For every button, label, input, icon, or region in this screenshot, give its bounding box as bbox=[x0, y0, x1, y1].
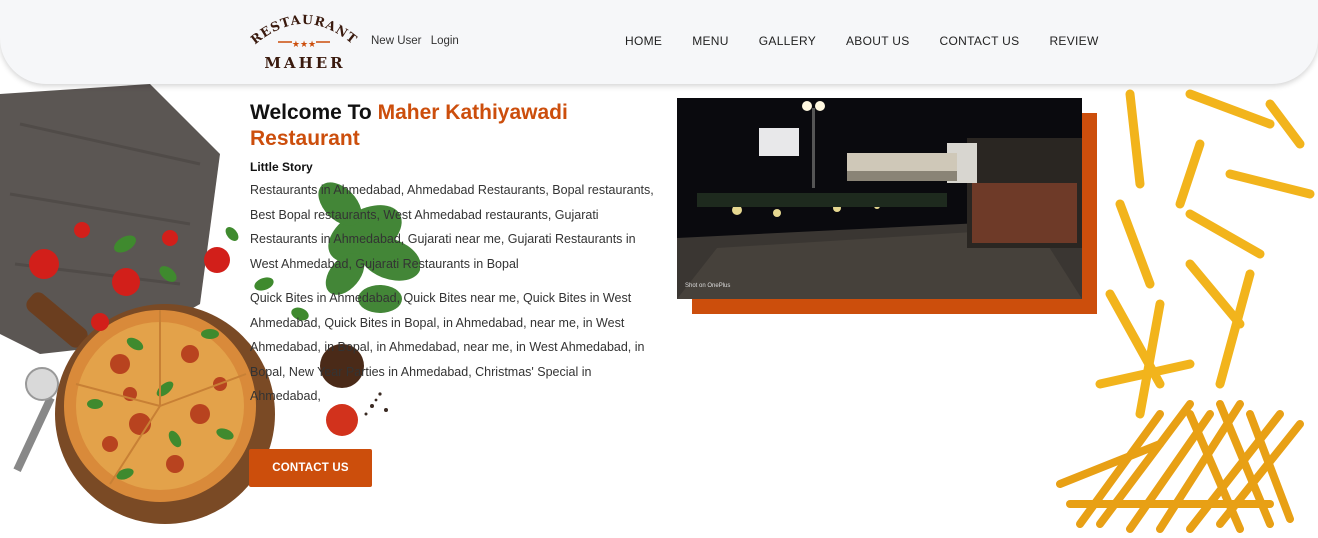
svg-text:★★★: ★★★ bbox=[292, 39, 316, 49]
nav-contact-us[interactable]: CONTACT US bbox=[940, 34, 1020, 48]
restaurant-night-scene-image bbox=[677, 98, 1082, 299]
camera-watermark: Shot on OnePlus bbox=[685, 283, 731, 289]
story-paragraph-1: Restaurants in Ahmedabad, Ahmedabad Rest… bbox=[250, 183, 654, 271]
nav-menu[interactable]: MENU bbox=[692, 34, 729, 48]
logo-arc-icon: RESTAURANT ★★★ bbox=[250, 12, 358, 49]
restaurant-logo[interactable]: RESTAURANT ★★★ MAHER bbox=[250, 10, 358, 72]
auth-links: New User Login bbox=[371, 35, 465, 47]
nav-home[interactable]: HOME bbox=[625, 34, 662, 48]
title-prefix: Welcome To bbox=[250, 101, 378, 124]
welcome-section: Welcome To Maher Kathiyawadi Restaurant … bbox=[250, 100, 660, 409]
site-header: RESTAURANT ★★★ MAHER New User Login HOME… bbox=[0, 0, 1318, 84]
contact-us-button[interactable]: CONTACT US bbox=[249, 449, 372, 487]
login-link[interactable]: Login bbox=[431, 35, 459, 47]
nav-about-us[interactable]: ABOUT US bbox=[846, 34, 910, 48]
new-user-link[interactable]: New User bbox=[371, 35, 421, 47]
logo-bottom-text: MAHER bbox=[264, 54, 346, 72]
restaurant-photo: Shot on OnePlus bbox=[677, 98, 1082, 299]
nav-review[interactable]: REVIEW bbox=[1049, 34, 1098, 48]
nav-gallery[interactable]: GALLERY bbox=[759, 34, 816, 48]
story-paragraph-2: Quick Bites in Ahmedabad, Quick Bites ne… bbox=[250, 291, 645, 403]
page-title: Welcome To Maher Kathiyawadi Restaurant bbox=[250, 100, 660, 152]
section-subtitle: Little Story bbox=[250, 160, 313, 174]
main-nav: HOME MENU GALLERY ABOUT US CONTACT US RE… bbox=[610, 34, 1114, 48]
